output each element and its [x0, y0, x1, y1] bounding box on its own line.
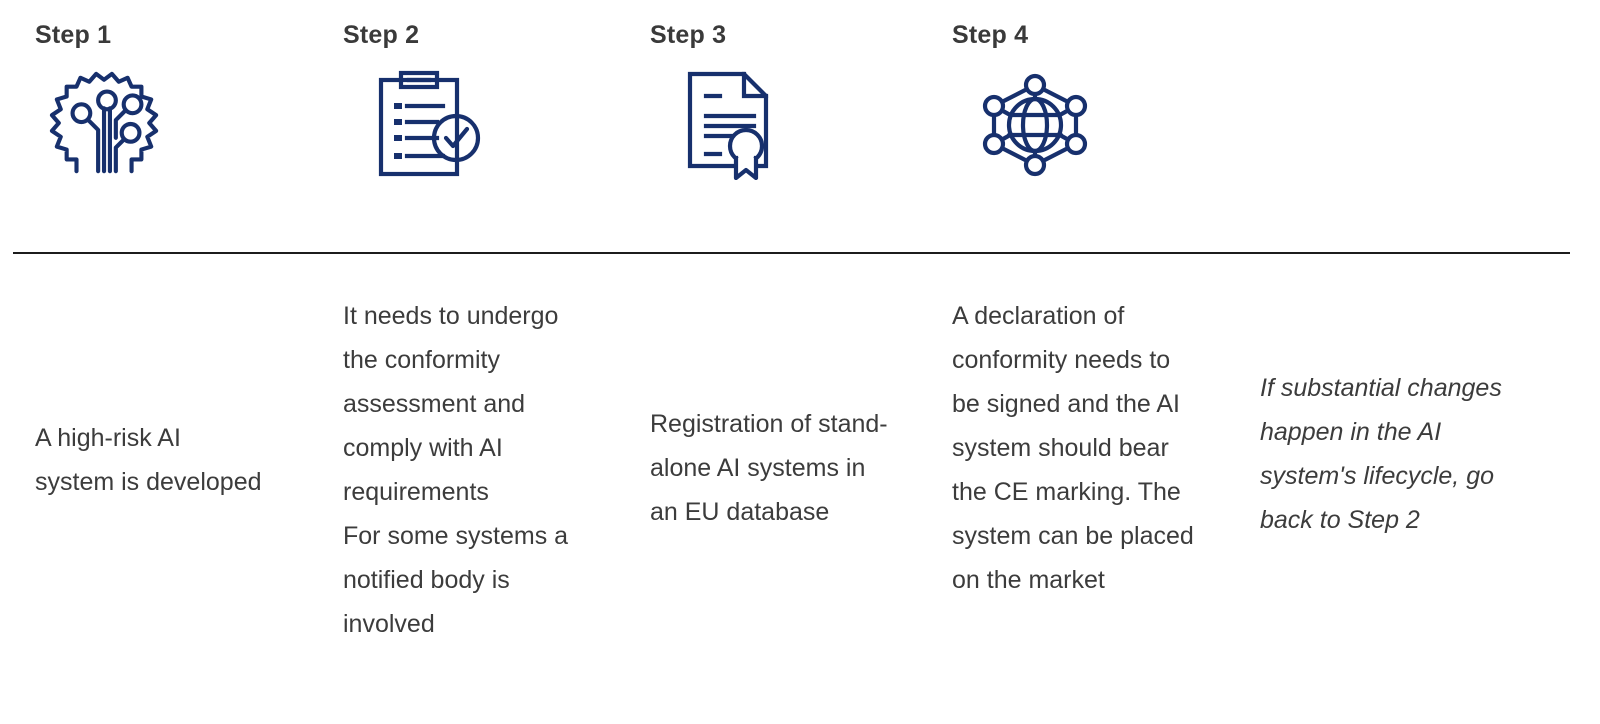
ai-circuit-gear-icon: [49, 71, 159, 174]
clipboard-check-icon: [378, 70, 481, 177]
step-block-3: Step 3: [650, 0, 956, 248]
description-column-1: A high-risk AI system is developed: [35, 416, 265, 504]
step-2-title: Step 2: [343, 21, 420, 49]
ai-act-compliance-steps-infographic: Step 1 Step 2 Step 3 Step 4 A high-risk …: [0, 0, 1600, 724]
step-1-title: Step 1: [35, 21, 112, 49]
description-column-5-feedback-note: If substantial changes happen in the AI …: [1260, 366, 1522, 542]
step-block-1: Step 1: [35, 0, 341, 248]
description-column-2: It needs to undergo the conformity asses…: [343, 294, 593, 646]
description-column-4: A declaration of conformity needs to be …: [952, 294, 1197, 602]
step-4-title: Step 4: [952, 21, 1029, 49]
description-3-text: Registration of stand-alone AI systems i…: [650, 410, 888, 526]
description-1-text: A high-risk AI system is developed: [35, 424, 262, 496]
description-5-text: If substantial changes happen in the AI …: [1260, 374, 1502, 534]
step-block-2: Step 2: [343, 0, 649, 248]
step-3-title: Step 3: [650, 21, 727, 49]
descriptions-row: A high-risk AI system is developed It ne…: [0, 254, 1600, 724]
description-column-3: Registration of stand-alone AI systems i…: [650, 402, 900, 534]
step-block-4: Step 4: [952, 0, 1258, 248]
certificate-seal-icon: [687, 71, 769, 180]
description-2-text-a: It needs to undergo the conformity asses…: [343, 302, 559, 506]
steps-row: Step 1 Step 2 Step 3 Step 4: [0, 0, 1600, 248]
description-4-text: A declaration of conformity needs to be …: [952, 302, 1194, 594]
description-2-text-b: For some systems a notified body is invo…: [343, 522, 569, 638]
globe-network-icon: [982, 73, 1088, 177]
